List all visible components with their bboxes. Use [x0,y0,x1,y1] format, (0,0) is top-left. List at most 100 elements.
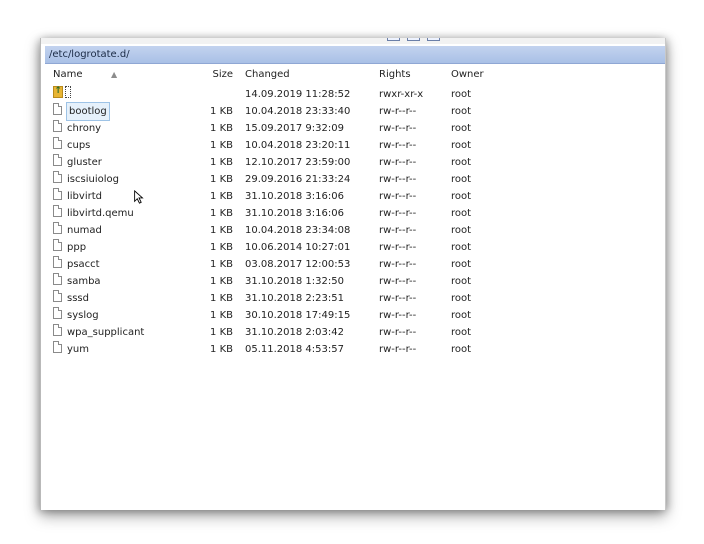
file-name: iscsiuiolog [67,174,119,185]
file-owner: root [451,310,472,321]
file-changed: 31.10.2018 3:16:06 [245,191,344,202]
file-owner: root [451,123,472,134]
file-row[interactable]: libvirtd.qemu 1 KB 31.10.2018 3:16:06 rw-r-… [47,205,663,222]
file-row[interactable]: cups 1 KB 10.04.2018 23:20:11 rw-r--r-- root [47,137,663,154]
file-row[interactable]: chrony 1 KB 15.09.2017 9:32:09 rw-r--r-- roo… [47,120,663,137]
file-owner: root [451,293,472,304]
toolbar-button-icon[interactable] [407,38,420,41]
file-changed: 29.09.2016 21:33:24 [245,174,351,185]
file-rights: rw-r--r-- [379,208,417,219]
column-header-changed[interactable]: Changed [245,64,290,86]
file-rights: rw-r--r-- [379,276,417,287]
file-row[interactable]: yum 1 KB 05.11.2018 4:53:57 rw-r--r-- root [47,341,663,358]
file-size: 1 KB [210,344,233,355]
file-name: wpa_supplicant [67,327,145,338]
file-owner: root [451,208,472,219]
file-rights: rw-r--r-- [379,123,417,134]
file-rights: rw-r--r-- [379,310,417,321]
file-row[interactable]: gluster 1 KB 12.10.2017 23:59:00 rw-r--r-- r… [47,154,663,171]
file-size: 1 KB [210,174,233,185]
file-rights: rw-r--r-- [379,242,417,253]
file-icon [53,273,62,285]
column-header-row: ▲ Name Size Changed Rights Owner [47,64,663,86]
file-owner: root [451,225,472,236]
file-rights: rw-r--r-- [379,327,417,338]
file-changed: 05.11.2018 4:53:57 [245,344,344,355]
column-header-owner[interactable]: Owner [451,64,484,86]
column-header-size[interactable]: Size [205,64,233,86]
file-changed: 10.04.2018 23:20:11 [245,140,351,151]
file-name: libvirtd.qemu [67,208,134,219]
column-header-name[interactable]: Name [53,64,83,86]
file-owner: root [451,191,472,202]
file-icon [53,188,62,200]
file-icon [53,205,62,217]
file-icon [53,222,62,234]
file-owner: root [451,140,472,151]
file-changed: 15.09.2017 9:32:09 [245,123,344,134]
file-owner: root [451,89,472,100]
file-icon [53,171,62,183]
current-path: /etc/logrotate.d/ [49,49,130,60]
file-size: 1 KB [210,259,233,270]
parent-directory-icon: ↑ [53,86,63,98]
file-name: numad [67,225,102,236]
file-icon [53,324,62,336]
parent-directory-row[interactable]: ↑ 14.09.2019 11:28:52 rwxr-xr-x root [47,86,663,103]
file-icon [53,256,62,268]
file-name: samba [67,276,101,287]
file-size: 1 KB [210,123,233,134]
file-row[interactable]: psacct 1 KB 03.08.2017 12:00:53 rw-r--r-- ro… [47,256,663,273]
file-name: psacct [67,259,100,270]
file-row[interactable]: bootlog 1 KB 10.04.2018 23:33:40 rw-r--r-- r… [47,102,663,121]
file-rights: rw-r--r-- [379,140,417,151]
file-list[interactable]: ▲ Name Size Changed Rights Owner ↑ 14.09… [47,64,663,358]
file-name: libvirtd [67,191,102,202]
file-changed: 10.04.2018 23:34:08 [245,225,351,236]
file-owner: root [451,276,472,287]
file-icon [53,341,62,353]
file-size: 1 KB [210,225,233,236]
file-owner: root [451,157,472,168]
file-changed: 10.04.2018 23:33:40 [245,106,351,117]
sort-ascending-icon: ▲ [111,70,118,79]
file-icon [53,239,62,251]
file-row[interactable]: numad 1 KB 10.04.2018 23:34:08 rw-r--r-- roo… [47,222,663,239]
file-row[interactable]: wpa_supplicant 1 KB 31.10.2018 2:03:42 rw-r… [47,324,663,341]
file-icon [53,103,62,115]
column-header-rights[interactable]: Rights [379,64,411,86]
file-name: ppp [67,242,87,253]
file-rights: rw-r--r-- [379,106,417,117]
file-row[interactable]: syslog 1 KB 30.10.2018 17:49:15 rw-r--r-- ro… [47,307,663,324]
file-changed: 30.10.2018 17:49:15 [245,310,351,321]
file-changed: 12.10.2017 23:59:00 [245,157,351,168]
file-row[interactable]: samba 1 KB 31.10.2018 1:32:50 rw-r--r-- root [47,273,663,290]
file-rights: rw-r--r-- [379,191,417,202]
file-size: 1 KB [210,242,233,253]
file-changed: 14.09.2019 11:28:52 [245,89,351,100]
file-size: 1 KB [210,157,233,168]
file-rights: rw-r--r-- [379,157,417,168]
file-size: 1 KB [210,106,233,117]
file-rights: rwxr-xr-x [379,89,424,100]
file-changed: 31.10.2018 2:03:42 [245,327,344,338]
file-name: sssd [67,293,89,304]
toolbar-button-icon[interactable] [387,38,400,41]
path-bar[interactable]: /etc/logrotate.d/ [45,46,665,64]
file-name: syslog [67,310,99,321]
file-name: gluster [67,157,102,168]
file-row[interactable]: ppp 1 KB 10.06.2014 10:27:01 rw-r--r-- root [47,239,663,256]
file-size: 1 KB [210,327,233,338]
toolbar-button-icon[interactable] [427,38,440,41]
file-row[interactable]: sssd 1 KB 31.10.2018 2:23:51 rw-r--r-- root [47,290,663,307]
focus-rectangle [65,86,71,98]
file-owner: root [451,174,472,185]
file-name: yum [67,344,89,355]
file-owner: root [451,344,472,355]
file-size: 1 KB [210,310,233,321]
file-row[interactable]: iscsiuiolog 1 KB 29.09.2016 21:33:24 rw-r--… [47,171,663,188]
file-icon [53,307,62,319]
file-name: bootlog [66,102,110,121]
file-size: 1 KB [210,293,233,304]
file-rights: rw-r--r-- [379,174,417,185]
